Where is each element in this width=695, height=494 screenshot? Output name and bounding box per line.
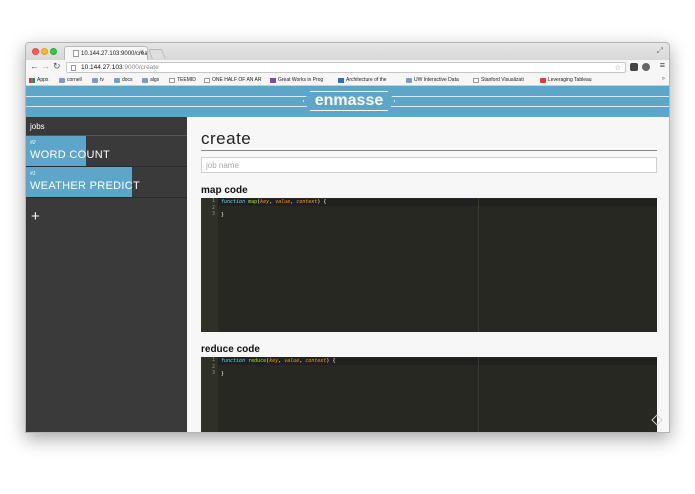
map-code-label: map code xyxy=(201,185,248,196)
job-number: #2 xyxy=(30,140,36,146)
reduce-code-label: reduce code xyxy=(201,344,260,355)
print-margin xyxy=(478,198,479,332)
bookmark-architecture[interactable]: Architecture of the xyxy=(338,77,387,83)
code-arg: context xyxy=(305,358,327,364)
url-host: 10.144.27.103 xyxy=(81,64,123,71)
extension-icon[interactable] xyxy=(630,63,638,71)
code-arg: value xyxy=(275,199,291,205)
print-margin xyxy=(478,357,479,432)
bookmark-star-icon[interactable]: ☆ xyxy=(615,64,621,72)
tab-close-icon[interactable]: × xyxy=(140,49,144,56)
bookmark-algs[interactable]: algs xyxy=(142,77,159,83)
bookmark-uw-interactive[interactable]: UW Interactive Data xyxy=(406,77,459,83)
code-arg: context xyxy=(296,199,318,205)
job-name-input[interactable] xyxy=(201,157,657,173)
minimize-window-icon[interactable] xyxy=(41,48,48,55)
bookmark-tv[interactable]: tv xyxy=(92,77,104,83)
code-arg: key xyxy=(260,199,270,205)
bookmark-teemid[interactable]: TEEMID xyxy=(169,77,196,83)
map-code-editor[interactable]: 1 2 3 function map(key, value, context) … xyxy=(201,198,657,332)
line-number-gutter: 1 2 3 xyxy=(201,198,218,332)
browser-tab[interactable]: 10.144.27.103:9000/crea × xyxy=(64,46,148,60)
youtube-icon xyxy=(540,77,546,83)
reduce-code-editor[interactable]: 1 2 3 function reduce(key, value, contex… xyxy=(201,357,657,432)
create-panel: create map code 1 2 3 function map(key, … xyxy=(187,117,669,432)
fullscreen-icon[interactable]: ⤢ xyxy=(657,46,663,56)
bookmark-stanford[interactable]: Stanford Visualizati xyxy=(473,77,524,83)
bookmark-docs[interactable]: docs xyxy=(114,77,133,83)
page-title: create xyxy=(201,129,252,148)
folder-icon xyxy=(114,77,120,83)
code-arg: value xyxy=(284,358,300,364)
browser-window: 10.144.27.103:9000/crea × ⤢ ← → ↻ 10.144… xyxy=(25,42,670,433)
tab-title: 10.144.27.103:9000/crea xyxy=(81,51,148,58)
title-divider xyxy=(201,150,657,151)
code-function-name: reduce xyxy=(248,358,267,364)
job-item[interactable]: #2 WORD COUNT xyxy=(26,136,187,167)
folder-icon xyxy=(59,77,65,83)
page-content: enmasse jobs #2 WORD COUNT #1 WEATHER PR… xyxy=(26,86,669,432)
code-function-name: map xyxy=(248,199,258,205)
line-number: 3 xyxy=(211,211,215,217)
bookmark-one-half[interactable]: ONE HALF OF AN AR xyxy=(204,77,261,83)
bookmarks-bar: Apps cornell tv docs algs TEEMID ONE HAL… xyxy=(26,75,669,86)
folder-icon xyxy=(142,77,148,83)
page-icon xyxy=(473,77,479,83)
sidebar-header: jobs xyxy=(26,117,187,136)
code-close-brace: } xyxy=(221,371,225,377)
add-job-button[interactable]: + xyxy=(31,209,40,224)
close-window-icon[interactable] xyxy=(32,48,39,55)
tab-strip: 10.144.27.103:9000/crea × ⤢ xyxy=(26,43,669,60)
new-tab-button[interactable] xyxy=(148,49,166,59)
job-item[interactable]: #1 WEATHER PREDICT xyxy=(26,167,187,198)
code-arg: key xyxy=(269,358,279,364)
zoom-window-icon[interactable] xyxy=(50,48,57,55)
apps-icon xyxy=(29,77,35,83)
address-bar[interactable]: 10.144.27.103:9000/create ☆ xyxy=(66,62,626,73)
page-icon xyxy=(71,65,76,71)
code-keyword: function xyxy=(221,358,246,364)
job-name: WORD COUNT xyxy=(30,149,110,161)
jobs-sidebar: jobs #2 WORD COUNT #1 WEATHER PREDICT + xyxy=(26,117,187,432)
bookmarks-more-icon[interactable]: » xyxy=(662,76,665,82)
purple-icon xyxy=(270,77,276,83)
line-number: 3 xyxy=(211,370,215,376)
menu-icon[interactable]: ≡ xyxy=(660,60,665,70)
browser-toolbar: ← → ↻ 10.144.27.103:9000/create ☆ ≡ xyxy=(26,60,669,75)
extension-icon-2[interactable] xyxy=(642,63,650,71)
back-arrow-icon[interactable]: ← xyxy=(30,61,39,71)
page-icon xyxy=(204,77,210,83)
line-number-gutter: 1 2 3 xyxy=(201,357,218,432)
chart-icon xyxy=(406,77,412,83)
bookmark-apps[interactable]: Apps xyxy=(29,77,48,83)
code-text: function map(key, value, context) { } xyxy=(221,199,327,218)
page-icon xyxy=(73,50,79,57)
code-text: function reduce(key, value, context) { } xyxy=(221,358,336,377)
bookmark-leveraging-tableau[interactable]: Leveraging Tableau xyxy=(540,77,592,83)
job-number: #1 xyxy=(30,171,36,177)
blue-icon xyxy=(338,77,344,83)
job-name: WEATHER PREDICT xyxy=(30,180,141,192)
forward-arrow-icon[interactable]: → xyxy=(41,61,50,71)
app-logo[interactable]: enmasse xyxy=(303,91,395,111)
reload-icon[interactable]: ↻ xyxy=(53,61,61,72)
page-icon xyxy=(169,77,175,83)
code-keyword: function xyxy=(221,199,246,205)
app-banner: enmasse xyxy=(26,86,669,117)
folder-icon xyxy=(92,77,98,83)
code-close-brace: } xyxy=(221,212,225,218)
url-path: :9000/create xyxy=(122,64,159,71)
bookmark-great-works[interactable]: Great Works in Prog xyxy=(270,77,323,83)
bookmark-cornell[interactable]: cornell xyxy=(59,77,82,83)
